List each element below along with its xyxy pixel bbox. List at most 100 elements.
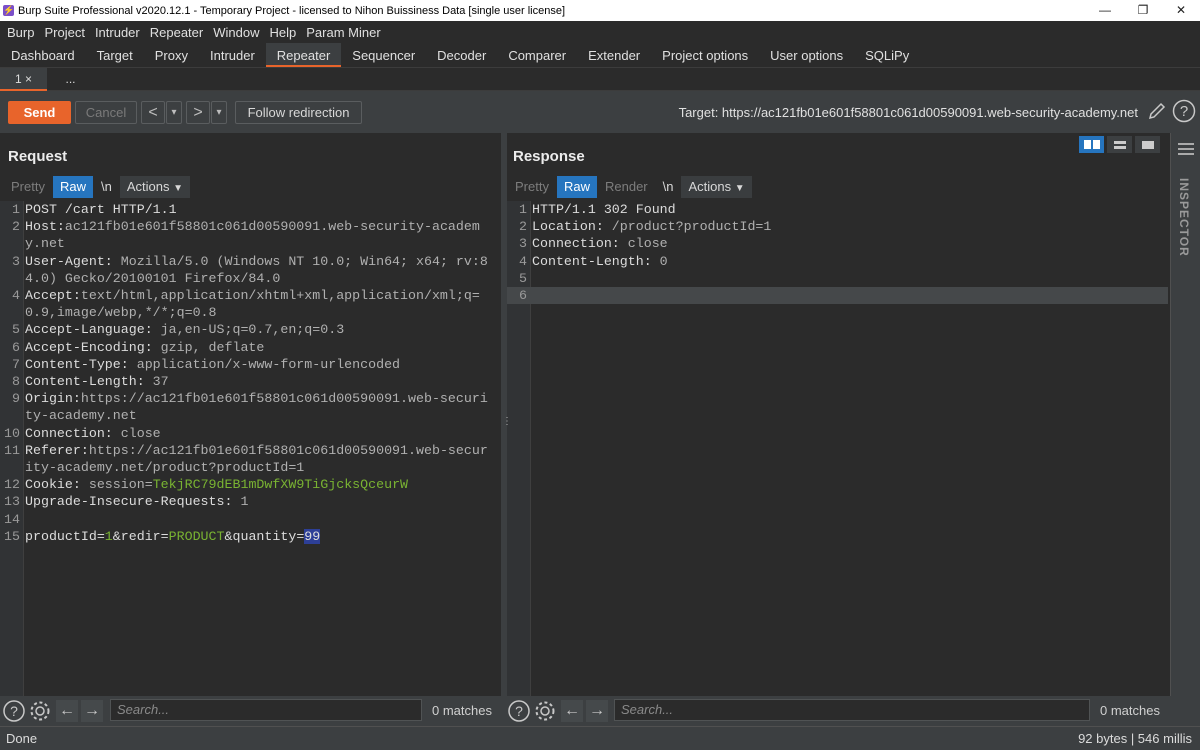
response-search-input[interactable]: Search... [614,699,1090,721]
line-number: 3 [519,236,527,252]
line-content: User-Agent: Mozilla/5.0 (Windows NT 10.0… [20,253,494,287]
tab-repeater[interactable]: Repeater [265,43,342,67]
follow-redirection-button[interactable]: Follow redirection [235,101,362,124]
header-value: application/x-www-form-urlencoded [128,356,401,372]
line-number: 2 [12,219,20,235]
response-editor[interactable]: 1 HTTP/1.1 302 Found 2 Location: /product?p… [507,201,1170,696]
tab-sequencer[interactable]: Sequencer [341,43,426,67]
response-stats: 92 bytes | 546 millis [1078,731,1192,746]
request-actions-menu[interactable]: Actions ▼ [119,176,190,198]
header-name: Accept-Encoding: [25,339,153,355]
code-line: 4 Content-Length: 0 [507,253,1170,270]
response-tab-newline[interactable]: \n [656,176,681,198]
line-content: Connection: close [20,425,161,442]
drag-handle-icon[interactable]: ⋮ [502,417,512,427]
line-number: 14 [4,511,20,527]
tab-extender[interactable]: Extender [577,43,651,67]
response-tab-raw[interactable]: Raw [556,176,597,198]
response-panel: Response Pretty Raw Render \n Actions ▼ … [507,133,1170,696]
code-line: 2 Location: /product?productId=1 [507,218,1170,235]
forward-button[interactable]: > [186,101,210,124]
menu-lines-icon[interactable] [1178,143,1194,155]
line-content: Accept:text/html,application/xhtml+xml,a… [20,287,494,321]
line-number: 2 [519,219,527,235]
menu-project[interactable]: Project [40,25,88,40]
request-tab-pretty[interactable]: Pretty [4,176,52,198]
line-number: 6 [12,339,20,355]
header-name: Content-Length: [25,374,145,390]
layout-top-bottom-icon[interactable] [1107,136,1132,153]
header-value: close [619,236,668,252]
tab-sqlipy[interactable]: SQLiPy [854,43,920,67]
tab-decoder[interactable]: Decoder [426,43,497,67]
line-content [20,511,25,528]
menu-window[interactable]: Window [209,25,263,40]
forward-history-dropdown[interactable]: ▾ [211,101,227,124]
previous-match-icon[interactable]: ← [56,700,78,722]
tab-user-options[interactable]: User options [759,43,854,67]
line-number: 8 [12,374,20,390]
header-name: Cookie: [25,477,81,493]
help-icon[interactable]: ? [507,699,531,726]
minimize-button[interactable]: — [1086,0,1124,21]
line-content: POST /cart HTTP/1.1 [20,201,177,218]
target-url[interactable]: Target: https://ac121fb01e601f58801c061d… [679,102,1138,123]
layout-side-by-side-icon[interactable] [1079,136,1104,153]
split-divider[interactable]: ⋮ [501,133,512,726]
tab-dashboard[interactable]: Dashboard [0,43,86,67]
code-line: 4 Accept:text/html,application/xhtml+xml,… [0,287,501,321]
help-icon[interactable]: ? [2,699,26,726]
cookie-value: TekjRC79dEB1mDwfXW9TiGjcksQceurW [152,477,409,493]
gear-icon[interactable] [28,699,52,726]
response-tab-render[interactable]: Render [598,176,655,198]
menu-param-miner[interactable]: Param Miner [302,25,384,40]
edit-target-pencil-icon[interactable] [1147,101,1167,124]
response-tab-pretty[interactable]: Pretty [508,176,556,198]
tab-project-options[interactable]: Project options [651,43,759,67]
close-window-button[interactable]: ✕ [1162,0,1200,21]
request-search-input[interactable]: Search... [110,699,422,721]
selected-value: 99 [304,528,321,544]
help-icon[interactable]: ? [1172,99,1196,126]
response-view-tabs: Pretty Raw Render \n Actions ▼ [508,176,753,198]
line-content: Upgrade-Insecure-Requests: 1 [20,493,248,510]
next-match-icon[interactable]: → [586,700,608,722]
request-lines: 1 POST /cart HTTP/1.1 2 Host:ac121fb01e601f… [0,201,501,545]
back-button[interactable]: < [141,101,165,124]
header-value: 37 [144,374,169,390]
repeater-tab-1[interactable]: 1 × [0,68,47,91]
request-title: Request [8,148,68,165]
header-name: User-Agent: [25,253,113,269]
gear-icon[interactable] [533,699,557,726]
tab-intruder[interactable]: Intruder [199,43,266,67]
header-value: ja,en-US;q=0.7,en;q=0.3 [152,322,345,338]
code-line: 1 HTTP/1.1 302 Found [507,201,1170,218]
tab-proxy[interactable]: Proxy [144,43,199,67]
code-line: 5 Accept-Language: ja,en-US;q=0.7,en;q=0.… [0,321,501,338]
menu-help[interactable]: Help [265,25,300,40]
previous-match-icon[interactable]: ← [561,700,583,722]
send-button[interactable]: Send [8,101,71,124]
next-match-icon[interactable]: → [81,700,103,722]
back-history-dropdown[interactable]: ▾ [166,101,182,124]
tab-comparer[interactable]: Comparer [497,43,577,67]
menu-intruder[interactable]: Intruder [91,25,144,40]
tab-target[interactable]: Target [86,43,144,67]
request-tab-newline[interactable]: \n [94,176,119,198]
request-editor[interactable]: 1 POST /cart HTTP/1.1 2 Host:ac121fb01e601f… [0,201,501,696]
header-name: Accept: [25,288,81,304]
repeater-new-tab[interactable]: ... [47,68,94,91]
line-content: Content-Length: 37 [20,373,169,390]
header-value: gzip, deflate [152,339,265,355]
request-tab-raw[interactable]: Raw [52,176,93,198]
menu-repeater[interactable]: Repeater [146,25,207,40]
line-number: 11 [4,442,20,458]
cancel-button[interactable]: Cancel [75,101,137,124]
layout-tabs-icon[interactable] [1135,136,1160,153]
header-name: HTTP/1.1 302 Found [532,202,676,217]
response-actions-menu[interactable]: Actions ▼ [681,176,752,198]
menu-burp[interactable]: Burp [3,25,38,40]
inspector-sidebar[interactable]: INSPECTOR [1170,133,1200,696]
body-param: productId= [25,528,105,544]
restore-button[interactable]: ❐ [1124,0,1162,21]
